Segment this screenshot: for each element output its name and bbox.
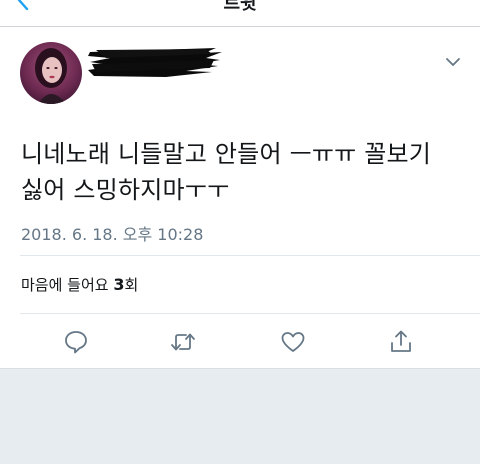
tweet-timestamp: 2018. 6. 18. 오후 10:28 — [21, 225, 204, 244]
likes-stat[interactable]: 마음에 들어요 3회 — [21, 274, 138, 295]
avatar[interactable] — [20, 42, 82, 104]
share-icon[interactable] — [388, 329, 414, 355]
heart-icon[interactable] — [280, 329, 306, 355]
redacted-username — [88, 48, 222, 77]
top-navigation-bar: 트윗 — [0, 0, 480, 27]
empty-background-area — [0, 368, 480, 464]
tweet-text-line: 니네노래 니들말고 안들어 ㅡㅠㅠ 꼴보기 — [21, 140, 432, 168]
likes-count: 3 — [113, 275, 125, 294]
reply-icon[interactable] — [63, 329, 89, 355]
chevron-down-icon[interactable] — [444, 55, 462, 69]
author-name: [redacted] — [0, 27, 1, 28]
retweet-icon[interactable] — [170, 329, 196, 355]
tweet-detail: [redacted] 니네노래 니들말고 안들어 ㅡㅠㅠ 꼴보기 싫어 스밍하지… — [0, 27, 480, 368]
tweet-text: 니네노래 니들말고 안들어 ㅡㅠㅠ 꼴보기 싫어 스밍하지마ㅜㅜ — [21, 136, 461, 208]
likes-suffix: 회 — [124, 276, 139, 294]
divider — [20, 313, 480, 314]
page-title: 트윗 — [223, 0, 257, 14]
likes-label: 마음에 들어요 — [21, 276, 109, 294]
tweet-text-line: 싫어 스밍하지마ㅜㅜ — [21, 176, 230, 204]
divider — [20, 255, 480, 256]
